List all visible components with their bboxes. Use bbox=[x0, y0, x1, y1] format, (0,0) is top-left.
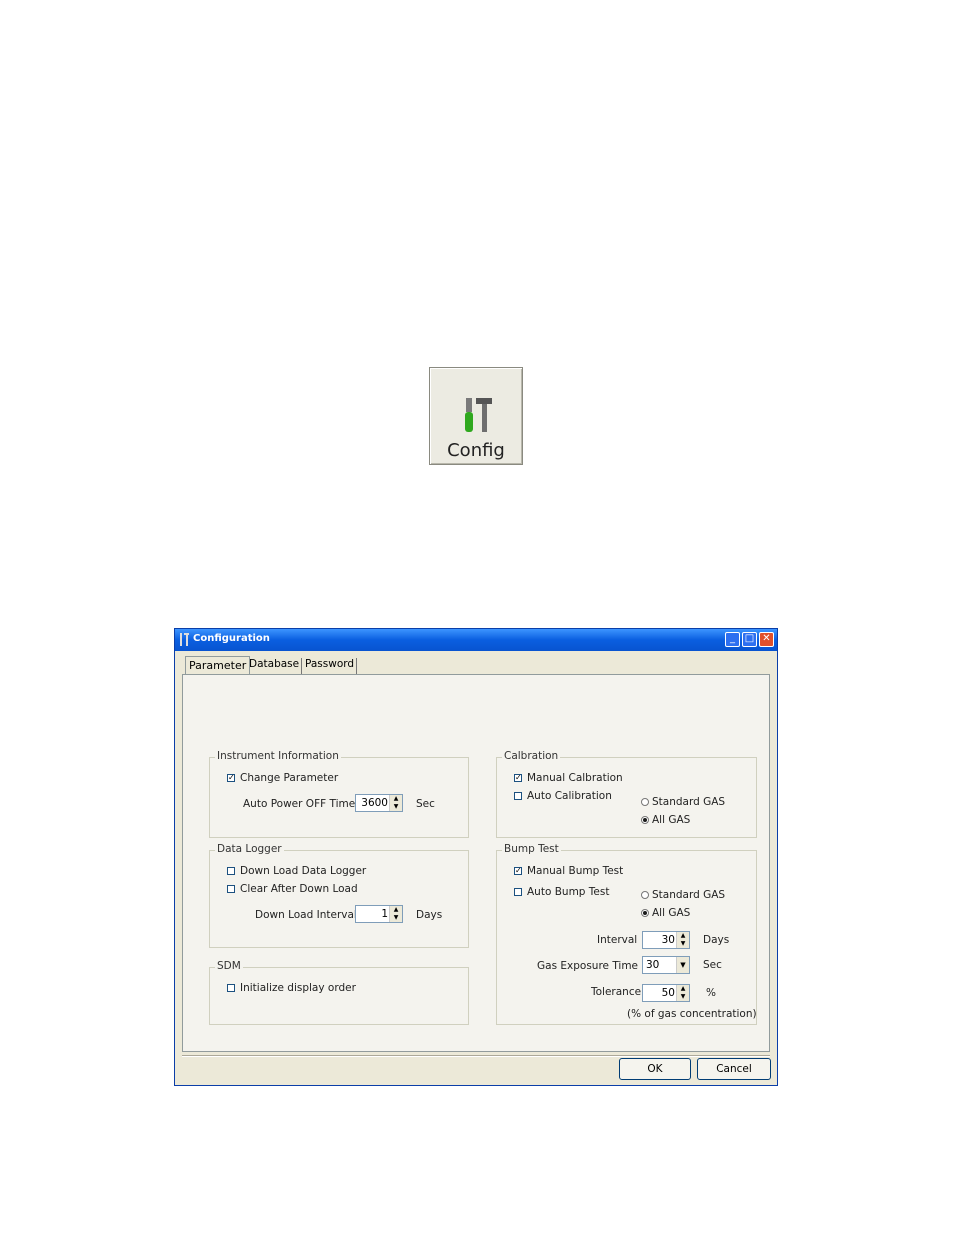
datalogger-caption: Data Logger bbox=[215, 843, 284, 855]
bump-standard-radio[interactable] bbox=[641, 891, 649, 899]
calibration-group: Calbration ✓ Manual Calbration Auto Cali… bbox=[496, 750, 757, 838]
init-display-checkbox[interactable] bbox=[227, 984, 235, 992]
auto-power-unit: Sec bbox=[416, 798, 435, 810]
auto-bump-label: Auto Bump Test bbox=[527, 886, 610, 898]
dialog-title: Configuration bbox=[193, 633, 270, 644]
download-interval-unit: Days bbox=[416, 909, 443, 921]
auto-power-spinner[interactable]: 3600 ▲ ▼ bbox=[355, 794, 403, 812]
clear-checkbox[interactable] bbox=[227, 885, 235, 893]
bump-all-radio[interactable] bbox=[641, 909, 649, 917]
app-icon bbox=[180, 633, 189, 646]
config-button[interactable]: Config bbox=[429, 367, 523, 465]
minimize-button[interactable]: _ bbox=[725, 632, 740, 647]
init-display-label: Initialize display order bbox=[240, 982, 356, 994]
bump-all-label: All GAS bbox=[652, 907, 691, 919]
download-interval-spinner[interactable]: 1 ▲ ▼ bbox=[355, 905, 403, 923]
close-button[interactable]: ✕ bbox=[759, 632, 774, 647]
download-checkbox[interactable] bbox=[227, 867, 235, 875]
tolerance-label: Tolerance bbox=[591, 986, 642, 998]
manual-calibration-label: Manual Calbration bbox=[527, 772, 623, 784]
auto-calibration-checkbox[interactable] bbox=[514, 792, 522, 800]
auto-calibration-label: Auto Calibration bbox=[527, 790, 612, 802]
separator bbox=[182, 1055, 770, 1057]
parameter-panel: Instrument Information ✓ Change Paramete… bbox=[182, 674, 770, 1052]
calibration-caption: Calbration bbox=[502, 750, 561, 762]
bump-standard-label: Standard GAS bbox=[652, 889, 726, 901]
cancel-button[interactable]: Cancel bbox=[697, 1058, 771, 1080]
calibration-all-label: All GAS bbox=[652, 814, 691, 826]
configuration-dialog: Configuration _ □ ✕ Parameter Database P… bbox=[174, 628, 778, 1086]
datalogger-group: Data Logger Down Load Data Logger Clear … bbox=[209, 843, 469, 948]
title-bar[interactable]: Configuration _ □ ✕ bbox=[175, 629, 777, 651]
tolerance-note: (% of gas concentration) bbox=[627, 1008, 757, 1020]
chevron-down-icon[interactable]: ▼ bbox=[676, 957, 689, 973]
tolerance-spinner[interactable]: 50 ▲ ▼ bbox=[642, 984, 690, 1002]
tolerance-unit: % bbox=[706, 987, 716, 999]
bump-interval-label: Interval bbox=[597, 934, 638, 946]
instrument-group: Instrument Information ✓ Change Paramete… bbox=[209, 750, 469, 838]
bump-interval-unit: Days bbox=[703, 934, 730, 946]
manual-bump-label: Manual Bump Test bbox=[527, 865, 624, 877]
instrument-caption: Instrument Information bbox=[215, 750, 341, 762]
download-label: Down Load Data Logger bbox=[240, 865, 367, 877]
manual-bump-checkbox[interactable]: ✓ bbox=[514, 867, 522, 875]
auto-bump-checkbox[interactable] bbox=[514, 888, 522, 896]
sdm-group: SDM Initialize display order bbox=[209, 960, 469, 1025]
sdm-caption: SDM bbox=[215, 960, 243, 972]
change-param-checkbox[interactable]: ✓ bbox=[227, 774, 235, 782]
tab-password[interactable]: Password bbox=[303, 658, 358, 674]
tools-icon bbox=[465, 398, 492, 432]
exposure-combo[interactable]: 30 ▼ bbox=[642, 956, 690, 974]
bump-caption: Bump Test bbox=[502, 843, 561, 855]
manual-calibration-checkbox[interactable]: ✓ bbox=[514, 774, 522, 782]
tab-parameter[interactable]: Parameter bbox=[185, 656, 251, 675]
tab-database[interactable]: Database bbox=[247, 658, 303, 674]
exposure-label: Gas Exposure Time bbox=[537, 960, 639, 972]
bump-group: Bump Test ✓ Manual Bump Test Auto Bump T… bbox=[496, 843, 757, 1025]
calibration-all-radio[interactable] bbox=[641, 816, 649, 824]
clear-label: Clear After Down Load bbox=[240, 883, 358, 895]
ok-button[interactable]: OK bbox=[619, 1058, 691, 1080]
change-param-label: Change Parameter bbox=[240, 772, 339, 784]
calibration-standard-label: Standard GAS bbox=[652, 796, 726, 808]
bump-interval-spinner[interactable]: 30 ▲ ▼ bbox=[642, 931, 690, 949]
exposure-unit: Sec bbox=[703, 959, 722, 971]
interval-label: Down Load Interval bbox=[255, 909, 357, 921]
maximize-button[interactable]: □ bbox=[742, 632, 757, 647]
config-label: Config bbox=[447, 440, 505, 461]
auto-power-label: Auto Power OFF Time bbox=[243, 798, 356, 810]
calibration-standard-radio[interactable] bbox=[641, 798, 649, 806]
